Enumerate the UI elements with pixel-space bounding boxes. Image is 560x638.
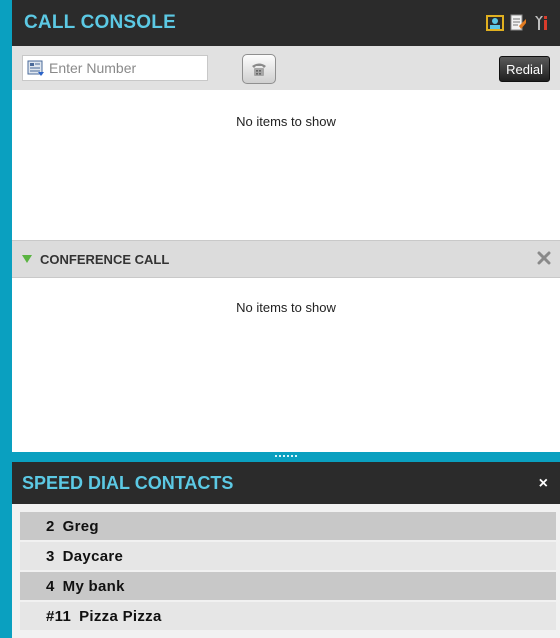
speed-dial-item[interactable]: #11 Pizza Pizza — [20, 602, 556, 630]
speed-dial-title: SPEED DIAL CONTACTS — [22, 472, 234, 493]
speed-dial-number: 3 — [46, 547, 55, 565]
speed-dial-item[interactable]: 3 Daycare — [20, 542, 556, 570]
speed-dial-item[interactable]: 4 My bank — [20, 572, 556, 600]
call-console-title: CALL CONSOLE — [24, 12, 176, 33]
conference-call-title: CONFERENCE CALL — [40, 251, 170, 267]
speed-dial-name: Greg — [62, 517, 99, 535]
splitter-grip-icon — [275, 455, 297, 457]
redial-button[interactable]: Redial — [499, 56, 550, 82]
conference-call-header[interactable]: CONFERENCE CALL — [12, 240, 560, 278]
agent-status-icon[interactable] — [486, 14, 504, 32]
speed-dial-list: 2 Greg 3 Daycare 4 My bank #11 Pizza Piz… — [20, 512, 556, 630]
speed-dial-name: Pizza Pizza — [79, 607, 162, 625]
phone-icon — [252, 63, 266, 76]
number-input[interactable] — [49, 58, 199, 78]
speed-dial-number: #11 — [46, 607, 72, 625]
number-toolbar: Redial — [12, 46, 560, 90]
active-calls-list: No items to show — [12, 90, 560, 240]
speed-dial-number: 2 — [46, 517, 55, 535]
phonebook-icon[interactable] — [27, 60, 45, 77]
close-icon[interactable]: × — [539, 475, 548, 493]
expand-arrow-icon[interactable] — [22, 255, 32, 263]
header-icons — [486, 14, 550, 32]
calls-empty-message: No items to show — [236, 114, 336, 129]
speed-dial-panel: SPEED DIAL CONTACTS × 2 Greg 3 Daycare 4… — [12, 462, 560, 638]
call-console-panel: CALL CONSOLE Enter Number Redial No item… — [12, 0, 560, 452]
dial-button[interactable] — [242, 54, 276, 84]
conference-call-list: No items to show — [12, 278, 560, 315]
close-icon[interactable] — [536, 250, 552, 266]
speed-dial-name: Daycare — [62, 547, 124, 565]
speed-dial-item[interactable]: 2 Greg — [20, 512, 556, 540]
call-console-titlebar: CALL CONSOLE — [12, 0, 560, 46]
conference-empty-message: No items to show — [236, 300, 336, 315]
notes-icon[interactable] — [509, 14, 527, 32]
settings-icon[interactable] — [532, 14, 550, 32]
number-input-box — [22, 55, 208, 81]
panel-splitter[interactable] — [12, 452, 560, 462]
speed-dial-titlebar: SPEED DIAL CONTACTS × — [12, 462, 560, 504]
speed-dial-name: My bank — [62, 577, 125, 595]
speed-dial-number: 4 — [46, 577, 55, 595]
